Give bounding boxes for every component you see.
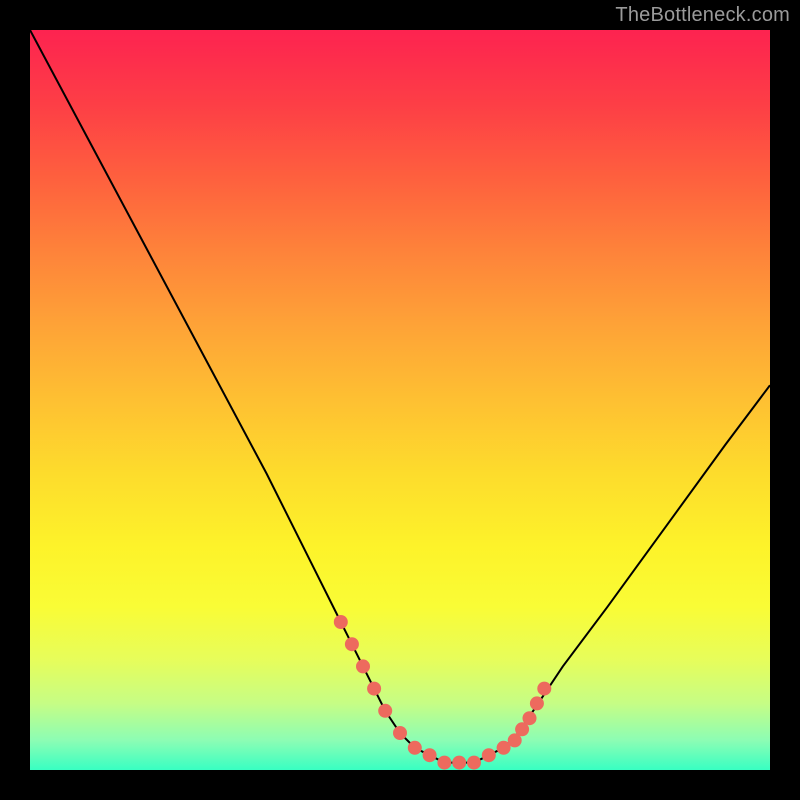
marker-dot	[530, 696, 544, 710]
bottleneck-curve	[30, 30, 770, 763]
marker-dot	[334, 615, 348, 629]
watermark-text: TheBottleneck.com	[615, 4, 790, 27]
marker-dot	[467, 756, 481, 770]
marker-dot	[452, 756, 466, 770]
plot-area	[30, 30, 770, 770]
chart-svg	[30, 30, 770, 770]
marker-dot	[356, 659, 370, 673]
marker-dot	[408, 741, 422, 755]
marker-dot	[367, 682, 381, 696]
marker-dot	[437, 756, 451, 770]
marker-dot	[393, 726, 407, 740]
marker-dot	[537, 682, 551, 696]
highlight-markers	[334, 615, 552, 770]
marker-dot	[523, 711, 537, 725]
marker-dot	[345, 637, 359, 651]
marker-dot	[482, 748, 496, 762]
chart-container: TheBottleneck.com	[0, 0, 800, 800]
marker-dot	[378, 704, 392, 718]
marker-dot	[423, 748, 437, 762]
